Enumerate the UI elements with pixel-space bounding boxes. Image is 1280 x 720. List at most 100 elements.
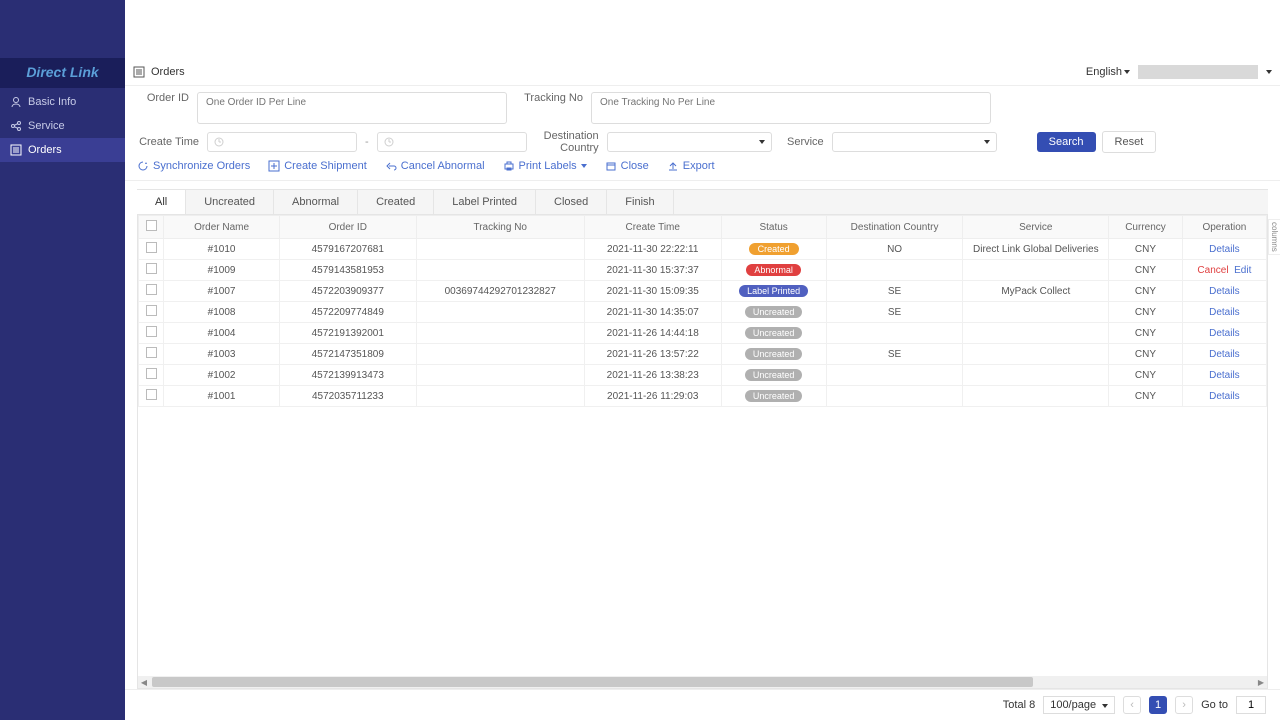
details-link[interactable]: Details — [1209, 349, 1240, 360]
sidebar-item-service[interactable]: Service — [0, 114, 125, 138]
details-link[interactable]: Details — [1209, 286, 1240, 297]
search-button[interactable]: Search — [1037, 132, 1096, 152]
user-menu[interactable] — [1138, 65, 1258, 79]
share-icon — [10, 120, 22, 132]
next-page-button[interactable]: › — [1175, 696, 1193, 714]
tab-all[interactable]: All — [137, 190, 186, 214]
tracking-input[interactable] — [591, 92, 991, 124]
checkbox[interactable] — [146, 389, 157, 400]
operation-cell: Details — [1182, 344, 1266, 365]
checkbox[interactable] — [146, 368, 157, 379]
row-checkbox-cell — [139, 386, 164, 407]
sidebar-item-basic-info[interactable]: Basic Info — [0, 90, 125, 114]
order-name-cell: #1010 — [164, 239, 280, 260]
language-label: English — [1086, 66, 1122, 78]
language-selector[interactable]: English — [1086, 66, 1130, 78]
orders-table: Order NameOrder IDTracking NoCreate Time… — [138, 215, 1267, 407]
sidebar-item-label: Orders — [28, 144, 62, 156]
service-select[interactable] — [832, 132, 997, 152]
tracking-cell — [416, 239, 584, 260]
reset-button[interactable]: Reset — [1102, 131, 1157, 153]
tracking-cell: 00369744292701232827 — [416, 281, 584, 302]
details-link[interactable]: Details — [1209, 307, 1240, 318]
tracking-cell — [416, 386, 584, 407]
status-cell: Uncreated — [721, 365, 826, 386]
details-link[interactable]: Details — [1209, 328, 1240, 339]
details-link[interactable]: Details — [1209, 244, 1240, 255]
order-id-input[interactable] — [197, 92, 507, 124]
row-checkbox-cell — [139, 239, 164, 260]
page-size-select[interactable]: 100/page — [1043, 696, 1115, 714]
list-icon — [10, 144, 22, 156]
page-title: Orders — [151, 66, 185, 78]
upload-icon — [667, 160, 679, 172]
page-1-button[interactable]: 1 — [1149, 696, 1167, 714]
status-cell: Uncreated — [721, 302, 826, 323]
order-name-cell: #1008 — [164, 302, 280, 323]
row-checkbox-cell — [139, 302, 164, 323]
checkbox[interactable] — [146, 220, 157, 231]
tab-label-printed[interactable]: Label Printed — [434, 190, 536, 214]
create-time-cell: 2021-11-26 14:44:18 — [584, 323, 721, 344]
checkbox[interactable] — [146, 263, 157, 274]
dest-cell: SE — [826, 302, 963, 323]
details-link[interactable]: Details — [1209, 370, 1240, 381]
create-time-from[interactable] — [207, 132, 357, 152]
columns-toggle[interactable]: columns — [1268, 219, 1280, 255]
close-button[interactable]: Close — [605, 160, 649, 172]
cancel-link[interactable]: Cancel — [1197, 265, 1228, 276]
create-shipment-button[interactable]: Create Shipment — [268, 160, 367, 172]
column-header: Order ID — [279, 216, 416, 239]
column-header: Destination Country — [826, 216, 963, 239]
dest-cell — [826, 365, 963, 386]
status-badge: Uncreated — [745, 369, 803, 381]
chevron-down-icon — [1124, 70, 1130, 74]
checkbox[interactable] — [146, 284, 157, 295]
export-button[interactable]: Export — [667, 160, 715, 172]
sync-orders-button[interactable]: Synchronize Orders — [137, 160, 250, 172]
printer-icon — [503, 160, 515, 172]
total-label: Total 8 — [1003, 699, 1035, 711]
tab-finish[interactable]: Finish — [607, 190, 673, 214]
order-id-cell: 4572203909377 — [279, 281, 416, 302]
sidebar-item-orders[interactable]: Orders — [0, 138, 125, 162]
tab-uncreated[interactable]: Uncreated — [186, 190, 274, 214]
order-id-cell: 4572191392001 — [279, 323, 416, 344]
currency-cell: CNY — [1109, 386, 1183, 407]
status-badge: Created — [749, 243, 799, 255]
chevron-down-icon — [581, 164, 587, 168]
edit-link[interactable]: Edit — [1234, 265, 1251, 276]
currency-cell: CNY — [1109, 344, 1183, 365]
checkbox[interactable] — [146, 305, 157, 316]
checkbox[interactable] — [146, 242, 157, 253]
tab-closed[interactable]: Closed — [536, 190, 607, 214]
status-cell: Created — [721, 239, 826, 260]
status-badge: Uncreated — [745, 390, 803, 402]
column-header: Currency — [1109, 216, 1183, 239]
destination-select[interactable] — [607, 132, 772, 152]
scroll-thumb[interactable] — [152, 677, 1033, 687]
order-id-cell: 4572139913473 — [279, 365, 416, 386]
operation-cell: Details — [1182, 365, 1266, 386]
create-time-cell: 2021-11-26 13:38:23 — [584, 365, 721, 386]
tab-created[interactable]: Created — [358, 190, 434, 214]
status-tabs: AllUncreatedAbnormalCreatedLabel Printed… — [137, 189, 1268, 215]
print-labels-button[interactable]: Print Labels — [503, 160, 587, 172]
scroll-right-icon[interactable]: ▶ — [1255, 678, 1267, 687]
scroll-left-icon[interactable]: ◀ — [138, 678, 150, 687]
tab-abnormal[interactable]: Abnormal — [274, 190, 358, 214]
tracking-cell — [416, 344, 584, 365]
sidebar-item-label: Service — [28, 120, 65, 132]
horizontal-scrollbar[interactable]: ◀ ▶ — [138, 676, 1267, 688]
row-checkbox-cell — [139, 365, 164, 386]
checkbox[interactable] — [146, 347, 157, 358]
details-link[interactable]: Details — [1209, 391, 1240, 402]
prev-page-button[interactable]: ‹ — [1123, 696, 1141, 714]
checkbox[interactable] — [146, 326, 157, 337]
currency-cell: CNY — [1109, 281, 1183, 302]
goto-input[interactable] — [1236, 696, 1266, 714]
service-cell: MyPack Collect — [963, 281, 1109, 302]
cancel-abnormal-button[interactable]: Cancel Abnormal — [385, 160, 485, 172]
create-time-to[interactable] — [377, 132, 527, 152]
column-header: Tracking No — [416, 216, 584, 239]
